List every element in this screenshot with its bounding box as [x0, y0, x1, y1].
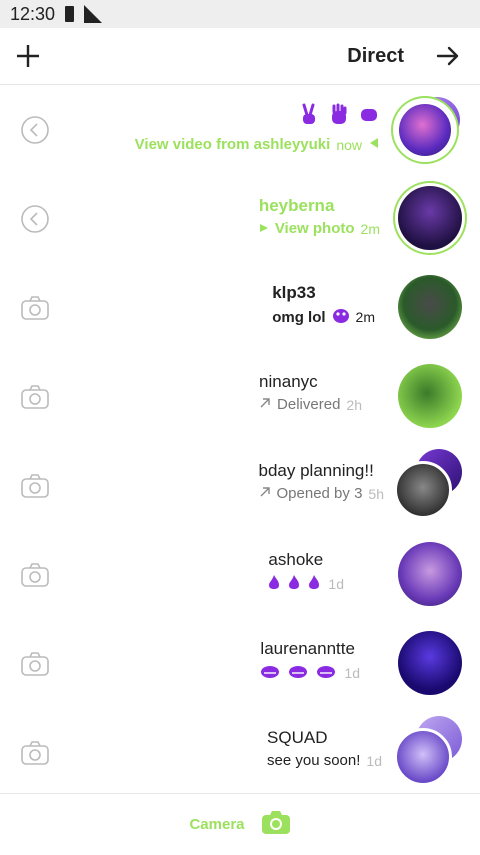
conversation-subtitle: Delivered	[277, 396, 341, 413]
conversation-row[interactable]: View video from ashleyyuki now	[0, 85, 480, 174]
timestamp: 1d	[344, 665, 360, 681]
avatar	[394, 449, 462, 519]
conversation-row[interactable]: bday planning!! Opened by 3 5h	[0, 441, 480, 530]
status-bar: 12:30	[0, 0, 480, 28]
conversation-subtitle: omg lol	[272, 308, 326, 326]
signal-icon	[84, 5, 103, 23]
fire-icon	[308, 574, 320, 594]
fire-icon	[288, 574, 300, 594]
monster-emoji-icon	[332, 307, 350, 327]
camera-icon[interactable]	[20, 293, 50, 323]
camera-icon[interactable]	[20, 649, 50, 679]
conversation-subtitle: see you soon!	[267, 752, 361, 769]
conversation-title: klp33	[272, 283, 316, 302]
camera-label[interactable]: Camera	[189, 816, 244, 833]
sent-arrow-icon	[259, 396, 271, 413]
camera-icon[interactable]	[20, 560, 50, 590]
status-time: 12:30	[10, 3, 56, 24]
timestamp: 1d	[328, 576, 344, 592]
back-arrow-icon[interactable]	[20, 204, 50, 234]
timestamp: now	[336, 136, 362, 153]
conversation-title: bday planning!!	[258, 461, 374, 480]
back-arrow-icon[interactable]	[20, 115, 50, 145]
conversation-title: ashoke	[268, 550, 324, 569]
timestamp: 2m	[355, 309, 375, 325]
timestamp: 5h	[368, 485, 384, 502]
conversation-list: View video from ashleyyuki now heyberna …	[0, 85, 480, 797]
sent-arrow-icon	[259, 485, 271, 502]
conversation-title: heyberna	[258, 196, 335, 215]
peace-hand-icon	[298, 103, 320, 130]
header: Direct	[0, 28, 480, 85]
monster-emoji-icon	[288, 663, 308, 683]
conversation-row[interactable]: ninanyc Delivered 2h	[0, 352, 480, 441]
avatar	[398, 275, 462, 339]
camera-icon[interactable]	[20, 382, 50, 412]
conversation-subtitle: View video from ashleyyuki	[134, 136, 331, 153]
wave-hand-icon	[328, 103, 350, 130]
avatar	[398, 631, 462, 695]
camera-button-icon[interactable]	[261, 809, 291, 840]
conversation-row[interactable]: laurenanntte 1d	[0, 619, 480, 708]
camera-icon[interactable]	[20, 471, 50, 501]
play-triangle-icon	[259, 220, 269, 237]
fire-icon	[268, 574, 280, 594]
conversation-title: laurenanntte	[260, 639, 355, 658]
battery-icon	[65, 6, 75, 22]
avatar	[394, 716, 462, 786]
play-triangle-icon	[368, 136, 380, 153]
page-title: Direct	[347, 44, 404, 67]
conversation-title: SQUAD	[267, 728, 328, 747]
conversation-row[interactable]: SQUAD see you soon! 1d	[0, 708, 480, 797]
reaction-emojis	[135, 103, 380, 130]
conversation-subtitle: Opened by 3	[276, 485, 363, 502]
avatar	[398, 542, 462, 606]
new-message-plus-icon[interactable]	[14, 42, 42, 70]
monster-emoji-icon	[316, 663, 336, 683]
avatar	[398, 364, 462, 428]
camera-icon[interactable]	[20, 738, 50, 768]
avatar	[398, 186, 462, 250]
conversation-row[interactable]: ashoke 1d	[0, 530, 480, 619]
conversation-subtitle: View photo	[274, 220, 355, 237]
conversation-row[interactable]: heyberna View photo 2m	[0, 174, 480, 263]
forward-arrow-icon[interactable]	[434, 42, 462, 70]
fist-icon	[358, 103, 380, 130]
conversation-row[interactable]: klp33 omg lol 2m	[0, 263, 480, 352]
avatar	[394, 95, 462, 165]
bottom-bar: Camera	[0, 793, 480, 855]
timestamp: 2m	[360, 220, 380, 237]
monster-emoji-icon	[260, 663, 280, 683]
timestamp: 1d	[366, 752, 382, 769]
timestamp: 2h	[346, 396, 362, 413]
conversation-title: ninanyc	[259, 372, 318, 391]
